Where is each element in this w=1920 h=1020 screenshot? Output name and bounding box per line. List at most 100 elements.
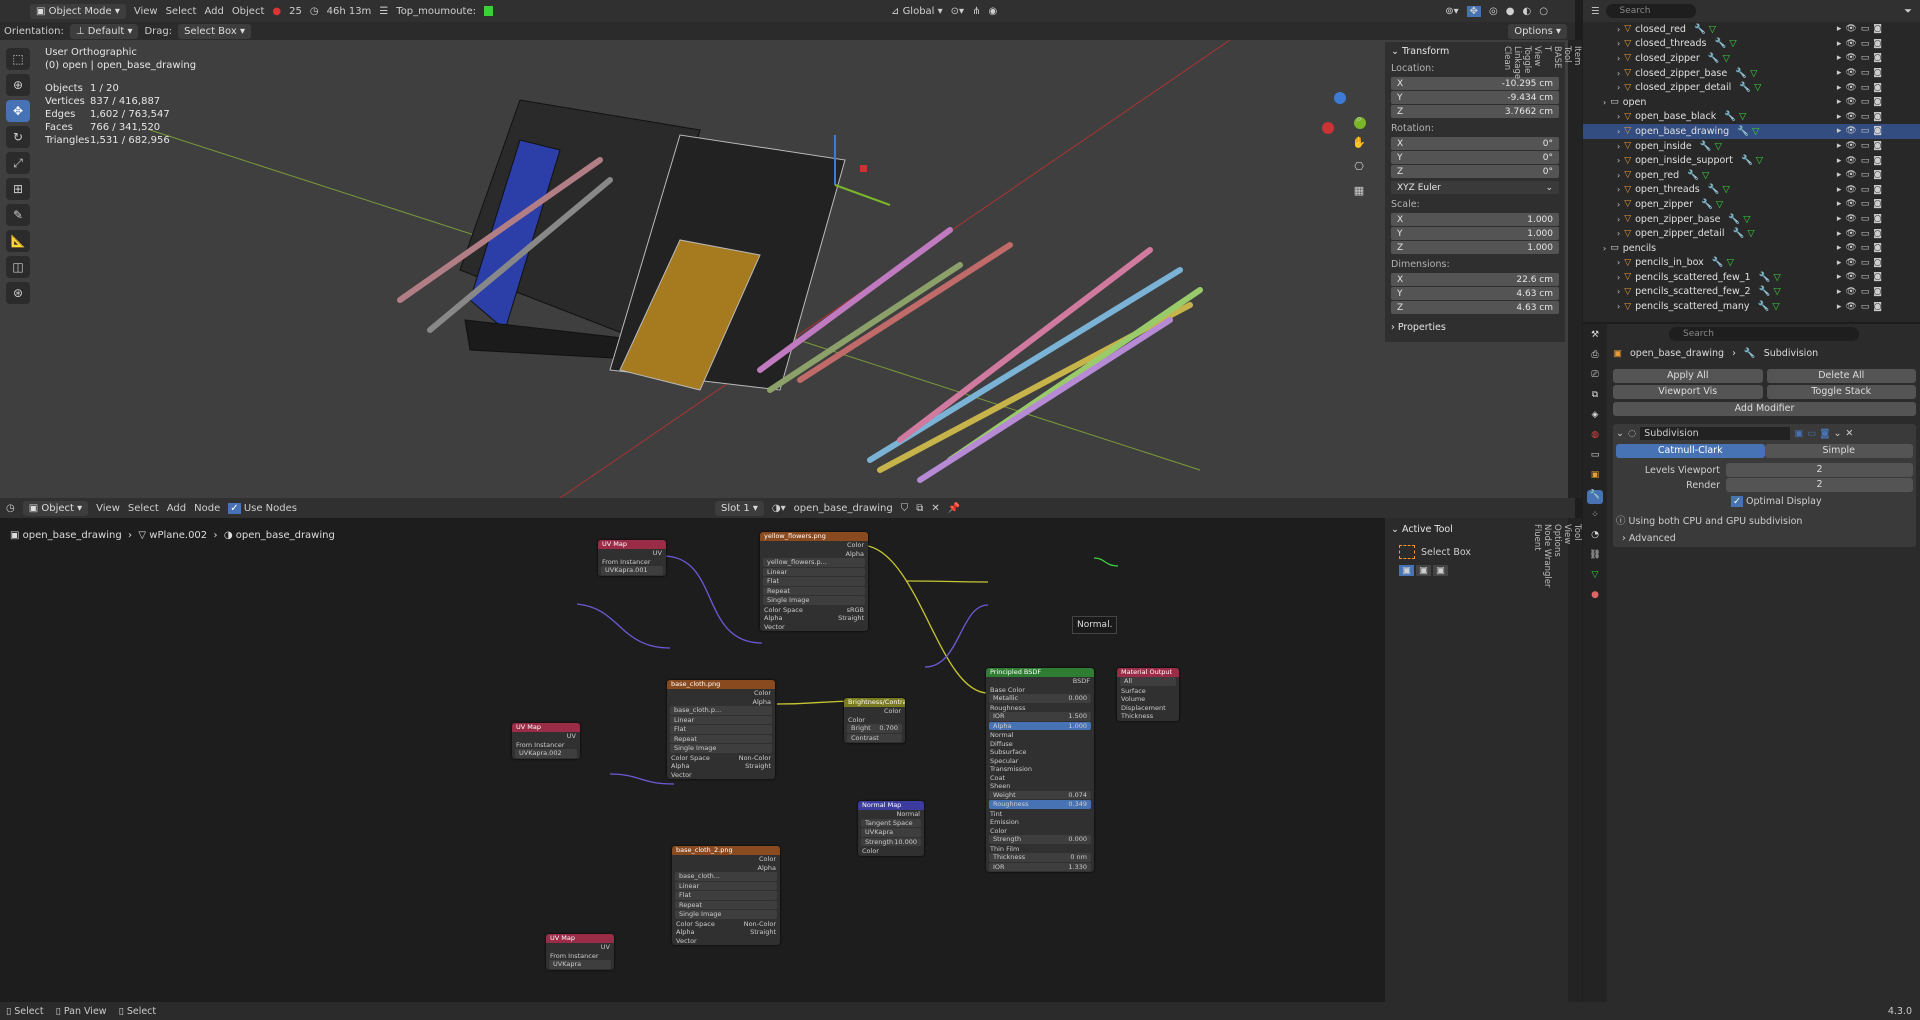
add-modifier-button[interactable]: Add Modifier xyxy=(1613,402,1916,416)
outliner-row[interactable]: › ▽ open_zipper 🔧 ▽ ▸👁▭◙ xyxy=(1583,197,1920,212)
visibility-toggles[interactable]: ▸👁▭◙ xyxy=(1837,97,1886,107)
visibility-toggles[interactable]: ▸👁▭◙ xyxy=(1837,68,1886,78)
target-dropdown[interactable]: All xyxy=(1120,677,1176,686)
shading-wireframe-icon[interactable]: ◎ xyxy=(1489,6,1498,17)
modifier-tab-icon[interactable]: 🔧 xyxy=(1587,490,1603,504)
node-socket[interactable]: Alpha 1.000 xyxy=(989,721,1091,730)
visibility-toggles[interactable]: ▸👁▭◙ xyxy=(1837,83,1886,93)
visibility-toggles[interactable]: ▸👁▭◙ xyxy=(1837,170,1886,180)
snap-tool-icon[interactable]: ⊛ xyxy=(6,282,30,304)
source-dropdown[interactable]: Single Image xyxy=(675,910,777,919)
shader-type-dropdown[interactable]: ▣ Object ▾ xyxy=(22,500,89,516)
physics-tab-icon[interactable]: ◔ xyxy=(1587,530,1603,544)
expand-icon[interactable]: › xyxy=(1617,127,1620,136)
expand-icon[interactable]: › xyxy=(1617,142,1620,151)
editor-type-icon[interactable]: ◷ xyxy=(6,503,15,514)
modifier-name-field[interactable]: Subdivision xyxy=(1640,427,1791,440)
expand-icon[interactable]: › xyxy=(1617,112,1620,121)
pan-icon[interactable]: ✋ xyxy=(1350,134,1368,152)
node-socket[interactable]: Strength 0.000 xyxy=(989,835,1091,844)
outliner-row[interactable]: › ▽ closed_red 🔧 ▽ ▸👁▭◙ xyxy=(1583,22,1920,37)
gizmo-icon[interactable]: ✥ xyxy=(1466,5,1481,17)
node-socket[interactable]: Thickness 0 nm xyxy=(989,853,1091,862)
expand-icon[interactable]: › xyxy=(1617,215,1620,224)
node-sidebar-tab[interactable]: View xyxy=(1562,524,1572,996)
strength-field[interactable]: Strength 10.000 xyxy=(861,837,921,846)
outliner-row[interactable]: › ▽ closed_zipper_detail 🔧 ▽ ▸👁▭◙ xyxy=(1583,80,1920,95)
snap-icon[interactable]: ⋔ xyxy=(972,6,980,17)
source-dropdown[interactable]: Single Image xyxy=(763,596,865,605)
node-menu-select[interactable]: Select xyxy=(128,503,159,514)
expand-icon[interactable]: › xyxy=(1617,185,1620,194)
node-socket[interactable]: IOR 1.500 xyxy=(989,712,1091,721)
optimal-display-checkbox[interactable]: ✓ Optimal Display xyxy=(1731,496,1913,507)
sidebar-tab[interactable]: View xyxy=(1532,46,1542,492)
orientation-dropdown[interactable]: ⊥ Default ▾ xyxy=(69,23,139,39)
visibility-toggles[interactable]: ▸👁▭◙ xyxy=(1837,287,1886,297)
material-browse-icon[interactable]: ◑▾ xyxy=(772,503,786,514)
outliner-row[interactable]: › ▽ open_zipper_base 🔧 ▽ ▸👁▭◙ xyxy=(1583,212,1920,227)
sidebar-tab[interactable]: Linkage xyxy=(1512,46,1522,492)
sidebar-tab[interactable]: T xyxy=(1542,46,1552,492)
record-icon[interactable]: ● xyxy=(272,6,281,17)
constraints-tab-icon[interactable]: ⛓ xyxy=(1587,550,1603,564)
use-nodes-checkbox[interactable]: ✓ Use Nodes xyxy=(228,502,297,514)
projection-dropdown[interactable]: Flat xyxy=(675,891,777,900)
tool-tab-icon[interactable]: ⚒ xyxy=(1587,330,1603,344)
menu-add[interactable]: Add xyxy=(204,6,223,17)
outliner-row[interactable]: › ▽ open_inside_support 🔧 ▽ ▸👁▭◙ xyxy=(1583,153,1920,168)
outliner-row[interactable]: › ▽ pencils_scattered_many 🔧 ▽ ▸👁▭◙ xyxy=(1583,299,1920,314)
interpolation-dropdown[interactable]: Linear xyxy=(670,715,772,724)
mode-new-icon[interactable]: ▣ xyxy=(1399,565,1414,576)
outliner-search-input[interactable]: Search xyxy=(1605,4,1696,18)
levels-viewport-field[interactable]: 2 xyxy=(1726,463,1913,477)
outliner-row[interactable]: › ▽ open_red 🔧 ▽ ▸👁▭◙ xyxy=(1583,168,1920,183)
sidebar-tab[interactable]: Toggle xyxy=(1522,46,1532,492)
image-selector[interactable]: yellow_flowers.p... xyxy=(763,558,865,567)
visibility-toggles[interactable]: ▸👁▭◙ xyxy=(1837,229,1886,239)
node-socket[interactable]: Weight 0.074 xyxy=(989,790,1091,799)
properties-search-input[interactable]: Search xyxy=(1669,327,1859,341)
visibility-toggles[interactable]: ▸👁▭◙ xyxy=(1837,141,1886,151)
node-sidebar-tab[interactable]: Fluent xyxy=(1532,524,1542,996)
extension-dropdown[interactable]: Repeat xyxy=(675,900,777,909)
space-dropdown[interactable]: Tangent Space xyxy=(861,818,921,827)
mode-subtract-icon[interactable]: ▣ xyxy=(1432,565,1448,576)
expand-icon[interactable]: › xyxy=(1617,171,1620,180)
node-socket[interactable]: Roughness 0.349 xyxy=(989,800,1091,809)
overlay-icon[interactable]: ⊚▾ xyxy=(1445,6,1458,17)
particles-tab-icon[interactable]: ⁘ xyxy=(1587,510,1603,524)
visibility-toggles[interactable]: ▸👁▭◙ xyxy=(1837,258,1886,268)
outliner-row[interactable]: › ▽ closed_threads 🔧 ▽ ▸👁▭◙ xyxy=(1583,37,1920,52)
edit-mode-icon[interactable]: ▣ xyxy=(1794,428,1803,439)
uv-map-node-3[interactable]: UV Map UV From Instancer UVKapra xyxy=(546,934,614,970)
image-texture-node-yellow-flowers[interactable]: yellow_flowers.png Color Alpha yellow_flowe… xyxy=(760,532,868,631)
expand-icon[interactable]: › xyxy=(1617,287,1620,296)
scale-tool-icon[interactable]: ⤢ xyxy=(6,152,30,174)
expand-icon[interactable]: › xyxy=(1617,69,1620,78)
outliner-row[interactable]: › ▽ pencils_scattered_few_2 🔧 ▽ ▸👁▭◙ xyxy=(1583,285,1920,300)
source-dropdown[interactable]: Single Image xyxy=(670,744,772,753)
shading-solid-icon[interactable]: ● xyxy=(1506,6,1515,17)
extension-dropdown[interactable]: Repeat xyxy=(670,734,772,743)
expand-icon[interactable]: › xyxy=(1617,54,1620,63)
image-selector[interactable]: base_cloth... xyxy=(675,872,777,881)
outliner-row[interactable]: › ▽ open_base_black 🔧 ▽ ▸👁▭◙ xyxy=(1583,110,1920,125)
projection-dropdown[interactable]: Flat xyxy=(763,577,865,586)
uv-map-selector[interactable]: UVKapra xyxy=(549,960,611,969)
expand-icon[interactable]: › xyxy=(1617,200,1620,209)
data-tab-icon[interactable]: ▽ xyxy=(1587,570,1603,584)
menu-view[interactable]: View xyxy=(134,6,158,17)
expand-icon[interactable]: › xyxy=(1617,156,1620,165)
brightness-contrast-node[interactable]: Brightness/ContrastColorColorBright0.700… xyxy=(844,698,905,743)
normal-map-node[interactable]: Normal Map Normal Tangent Space UVKapra Stre… xyxy=(858,801,924,856)
material-output-node[interactable]: Material Output All Surface Volume Displacem… xyxy=(1117,668,1179,721)
collection-tab-icon[interactable]: ▭ xyxy=(1587,450,1603,464)
visibility-toggles[interactable]: ▸👁▭◙ xyxy=(1837,156,1886,166)
menu-icon[interactable]: ☰ xyxy=(379,6,388,17)
mode-dropdown[interactable]: ▣ Object Mode ▾ xyxy=(30,3,126,19)
node-sidebar-tab[interactable]: Tool xyxy=(1572,524,1582,996)
visibility-toggles[interactable]: ▸👁▭◙ xyxy=(1837,112,1886,122)
outliner-row[interactable]: › ▭ open ▸👁▭◙ xyxy=(1583,95,1920,110)
interpolation-dropdown[interactable]: Linear xyxy=(763,567,865,576)
